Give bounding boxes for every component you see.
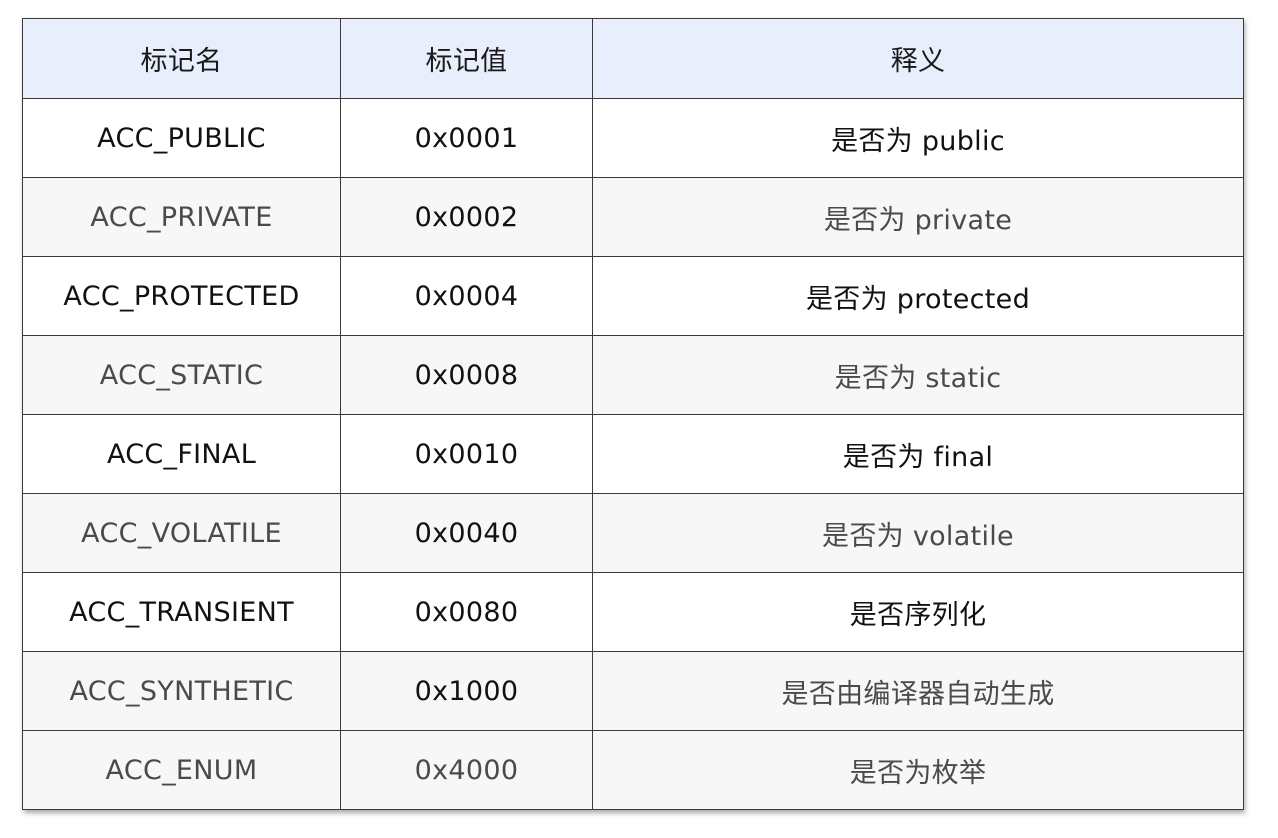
flag-value-cell: 0x0080 bbox=[340, 572, 593, 652]
flag-value-cell: 0x0040 bbox=[340, 493, 593, 573]
flag-value-cell: 0x0008 bbox=[340, 335, 593, 415]
flag-value-cell: 0x0004 bbox=[340, 256, 593, 336]
flag-name-cell: ACC_VOLATILE bbox=[22, 493, 341, 573]
flag-name-cell: ACC_PRIVATE bbox=[22, 177, 341, 257]
flag-meaning-cell: 是否序列化 bbox=[592, 572, 1244, 652]
flag-meaning-cell: 是否为枚举 bbox=[592, 730, 1244, 810]
flag-value-cell: 0x1000 bbox=[340, 651, 593, 731]
flag-name-cell: ACC_PUBLIC bbox=[22, 98, 341, 178]
flag-name-cell: ACC_STATIC bbox=[22, 335, 341, 415]
flag-meaning-cell: 是否由编译器自动生成 bbox=[592, 651, 1244, 731]
table-header-row: 标记名 标记值 释义 bbox=[22, 18, 1244, 99]
table-row: ACC_ENUM 0x4000 是否为枚举 bbox=[22, 730, 1244, 810]
access-flags-table-container: 标记名 标记值 释义 ACC_PUBLIC 0x0001 是否为 public … bbox=[22, 18, 1244, 810]
flag-name-cell: ACC_TRANSIENT bbox=[22, 572, 341, 652]
table-row: ACC_PRIVATE 0x0002 是否为 private bbox=[22, 177, 1244, 257]
table-row: ACC_PUBLIC 0x0001 是否为 public bbox=[22, 98, 1244, 178]
flag-meaning-cell: 是否为 final bbox=[592, 414, 1244, 494]
header-flag-name: 标记名 bbox=[22, 18, 341, 99]
flag-value-cell: 0x0010 bbox=[340, 414, 593, 494]
table-row: ACC_SYNTHETIC 0x1000 是否由编译器自动生成 bbox=[22, 651, 1244, 731]
header-meaning: 释义 bbox=[592, 18, 1244, 99]
flag-name-cell: ACC_FINAL bbox=[22, 414, 341, 494]
access-flags-table: 标记名 标记值 释义 ACC_PUBLIC 0x0001 是否为 public … bbox=[22, 18, 1244, 810]
flag-meaning-cell: 是否为 private bbox=[592, 177, 1244, 257]
flag-meaning-cell: 是否为 volatile bbox=[592, 493, 1244, 573]
flag-value-cell: 0x4000 bbox=[340, 730, 593, 810]
table-row: ACC_VOLATILE 0x0040 是否为 volatile bbox=[22, 493, 1244, 573]
header-flag-value: 标记值 bbox=[340, 18, 593, 99]
flag-name-cell: ACC_PROTECTED bbox=[22, 256, 341, 336]
flag-name-cell: ACC_SYNTHETIC bbox=[22, 651, 341, 731]
table-row: ACC_STATIC 0x0008 是否为 static bbox=[22, 335, 1244, 415]
flag-meaning-cell: 是否为 static bbox=[592, 335, 1244, 415]
flag-value-cell: 0x0002 bbox=[340, 177, 593, 257]
table-row: ACC_FINAL 0x0010 是否为 final bbox=[22, 414, 1244, 494]
flag-name-cell: ACC_ENUM bbox=[22, 730, 341, 810]
table-row: ACC_PROTECTED 0x0004 是否为 protected bbox=[22, 256, 1244, 336]
flag-meaning-cell: 是否为 public bbox=[592, 98, 1244, 178]
flag-value-cell: 0x0001 bbox=[340, 98, 593, 178]
table-row: ACC_TRANSIENT 0x0080 是否序列化 bbox=[22, 572, 1244, 652]
flag-meaning-cell: 是否为 protected bbox=[592, 256, 1244, 336]
